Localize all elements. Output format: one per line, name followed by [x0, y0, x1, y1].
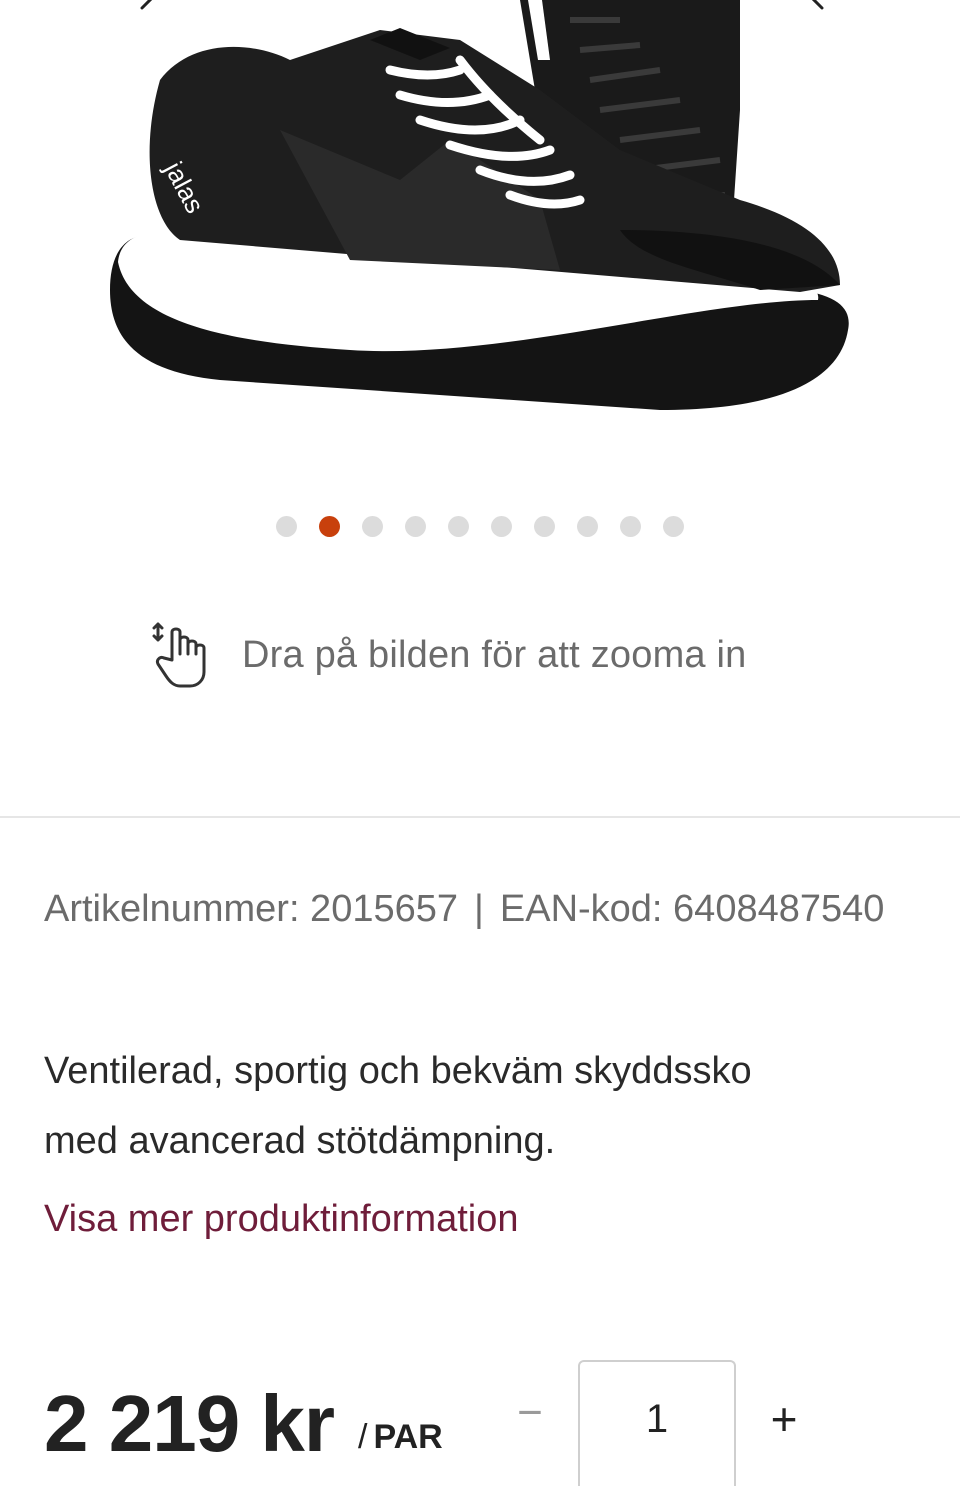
section-divider [0, 816, 960, 818]
description-line: Ventilerad, sportig och bekväm skyddssko [44, 1050, 752, 1092]
pagination-dot[interactable] [276, 515, 297, 537]
article-separator: | [474, 888, 484, 930]
chevron-right-icon[interactable] [796, 0, 836, 24]
pagination-dot[interactable] [362, 515, 383, 537]
pagination-dot[interactable] [663, 515, 684, 537]
zoom-hint-text: Dra på bilden för att zooma in [242, 633, 747, 676]
product-price: 2 219 kr [44, 1379, 335, 1468]
more-product-info-link[interactable]: Visa mer produktinformation [44, 1198, 519, 1241]
price-unit-label: PAR [373, 1418, 443, 1456]
pagination-dot[interactable] [577, 515, 598, 537]
product-description: Ventilerad, sportig och bekväm skyddssko… [44, 1036, 924, 1176]
gallery-pagination [0, 514, 960, 538]
pagination-dot-active[interactable] [319, 515, 340, 537]
purchase-row: 2 219 kr /PAR − + [0, 1360, 960, 1486]
pagination-dot[interactable] [620, 515, 641, 537]
description-line: med avancerad stötdämpning. [44, 1120, 556, 1162]
pagination-dot[interactable] [448, 515, 469, 537]
article-number: Artikelnummer: 2015657 [44, 888, 458, 930]
price-unit: / PAR [358, 1418, 443, 1457]
quantity-field[interactable] [578, 1360, 736, 1486]
quantity-decrease-button[interactable]: − [510, 1388, 550, 1438]
pagination-dot[interactable] [491, 515, 512, 537]
quantity-input[interactable] [580, 1362, 734, 1482]
touch-drag-hand-icon [150, 620, 214, 690]
quantity-increase-button[interactable]: + [764, 1394, 804, 1444]
product-gallery[interactable]: jalas [0, 0, 960, 500]
pagination-dot[interactable] [534, 515, 555, 537]
pagination-dot[interactable] [405, 515, 426, 537]
product-image[interactable]: jalas [100, 0, 860, 430]
ean-code: EAN-kod: 6408487540 [499, 888, 885, 930]
article-info: Artikelnummer: 2015657 | EAN-kod: 64084875… [44, 888, 960, 931]
price-unit-slash: / [358, 1418, 368, 1456]
zoom-hint: Dra på bilden för att zooma in [150, 620, 747, 690]
